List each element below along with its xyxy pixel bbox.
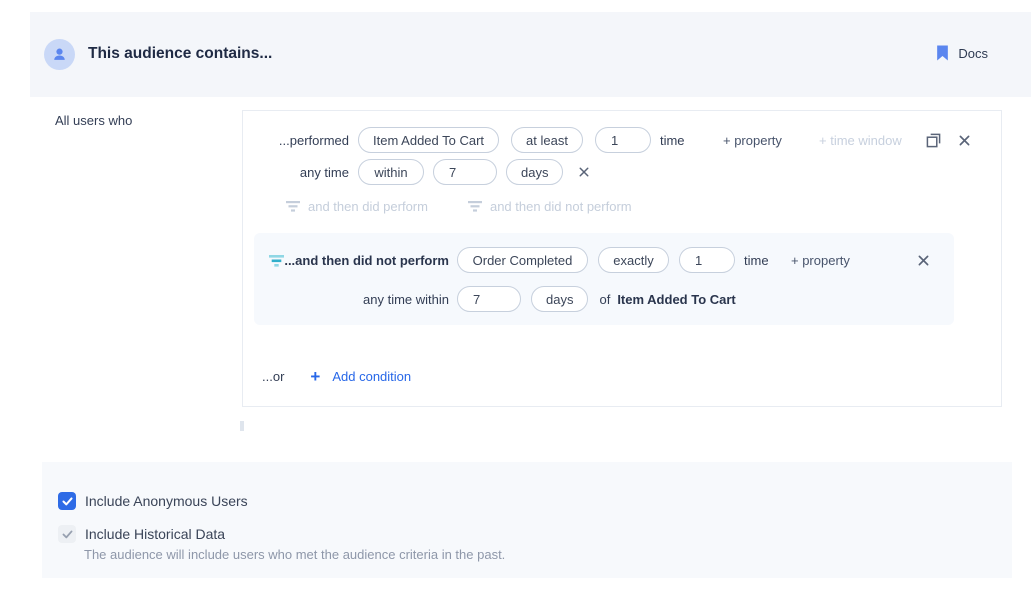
historical-description: The audience will include users who met …: [84, 547, 505, 562]
docs-label: Docs: [958, 46, 988, 61]
check-icon: [62, 530, 73, 539]
sub-add-property-link[interactable]: + property: [791, 253, 850, 268]
sub-window-value-input[interactable]: [457, 286, 521, 312]
plus-icon: +: [310, 368, 320, 385]
historical-data-option: Include Historical Data: [58, 525, 225, 543]
sub-count-input[interactable]: [679, 247, 735, 273]
comparator-select-button[interactable]: at least: [511, 127, 583, 153]
subcondition-window-row: any time within days of Item Added To Ca…: [254, 286, 954, 312]
filter-icon: [468, 201, 482, 212]
and-then-did-not-perform-link[interactable]: and then did not perform: [468, 199, 632, 214]
add-condition-button[interactable]: Add condition: [332, 369, 411, 384]
check-icon: [62, 497, 73, 506]
event-select-button[interactable]: Item Added To Cart: [358, 127, 499, 153]
window-mode-button[interactable]: within: [358, 159, 424, 185]
time-label: time: [660, 133, 685, 148]
any-time-within-label: any time within: [254, 292, 449, 307]
performed-label: ...performed: [243, 133, 349, 148]
person-icon: [51, 46, 68, 63]
subcondition-main-row: ...and then did not perform Order Comple…: [254, 247, 954, 273]
copy-icon: [926, 133, 941, 148]
time-window-row: any time within days: [243, 159, 1001, 185]
all-users-who-label: All users who: [55, 113, 132, 128]
remove-condition-button[interactable]: [959, 135, 970, 146]
anonymous-users-option: Include Anonymous Users: [58, 492, 248, 510]
audience-builder-page: This audience contains... Docs All users…: [0, 0, 1031, 611]
include-historical-label: Include Historical Data: [85, 526, 225, 542]
window-value-input[interactable]: [433, 159, 497, 185]
include-anonymous-label: Include Anonymous Users: [85, 493, 248, 509]
close-icon: [579, 167, 589, 177]
or-label: ...or: [262, 369, 284, 384]
docs-button[interactable]: Docs: [936, 45, 988, 61]
add-property-link[interactable]: + property: [723, 133, 782, 148]
options-section: Include Anonymous Users Include Historic…: [42, 462, 1012, 578]
sequence-links-row: and then did perform and then did not pe…: [286, 193, 632, 219]
anchor-event-label: Item Added To Cart: [617, 292, 735, 307]
any-time-label: any time: [243, 165, 349, 180]
subcondition-box: ...and then did not perform Order Comple…: [254, 233, 954, 325]
close-icon: [959, 135, 970, 146]
duplicate-condition-button[interactable]: [926, 133, 941, 148]
remove-time-window-button[interactable]: [579, 167, 589, 177]
performed-condition-row: ...performed Item Added To Cart at least…: [243, 127, 1001, 153]
count-input[interactable]: [595, 127, 651, 153]
filter-icon: [286, 201, 300, 212]
window-unit-button[interactable]: days: [506, 159, 563, 185]
and-then-did-perform-link[interactable]: and then did perform: [286, 199, 428, 214]
include-anonymous-checkbox[interactable]: [58, 492, 76, 510]
filter-icon-active: [269, 254, 284, 272]
of-label: of: [599, 292, 610, 307]
sub-comparator-button[interactable]: exactly: [598, 247, 669, 273]
avatar: [44, 39, 75, 70]
sub-event-select-button[interactable]: Order Completed: [457, 247, 588, 273]
close-icon: [918, 255, 929, 266]
sub-time-label: time: [744, 253, 769, 268]
add-time-window-link[interactable]: + time window: [819, 133, 902, 148]
remove-subcondition-button[interactable]: [918, 255, 929, 266]
or-row: ...or + Add condition: [262, 363, 411, 389]
page-title: This audience contains...: [88, 45, 272, 63]
bookmark-icon: [936, 45, 949, 61]
header-bar: This audience contains... Docs: [30, 12, 1031, 97]
group-connector-tick: [240, 421, 244, 431]
sub-window-unit-button[interactable]: days: [531, 286, 588, 312]
include-historical-checkbox[interactable]: [58, 525, 76, 543]
condition-group-panel: ...performed Item Added To Cart at least…: [242, 110, 1002, 407]
